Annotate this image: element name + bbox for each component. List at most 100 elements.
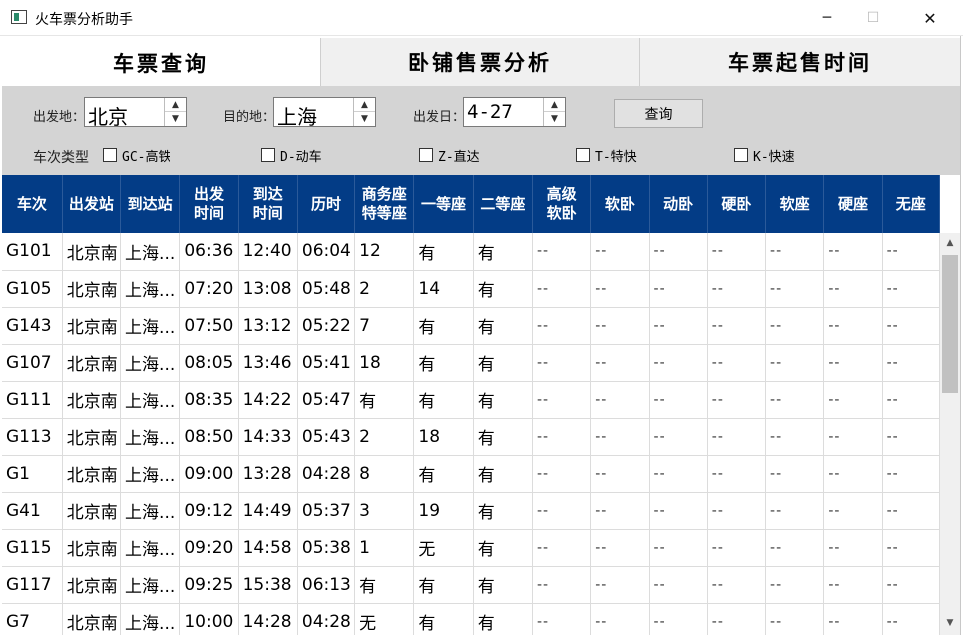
checkbox-k[interactable]: K-快速 [734, 146, 801, 165]
checkbox-k-label[interactable]: K-快速 [753, 146, 801, 165]
column-header[interactable]: 无座 [882, 175, 941, 233]
spin-down-icon[interactable]: ▼ [354, 112, 375, 126]
close-button[interactable]: ✕ [907, 0, 953, 36]
table-cell: 18 [354, 344, 415, 382]
to-spin-arrows[interactable]: ▲ ▼ [353, 98, 375, 126]
table-cell: 12 [354, 233, 415, 271]
table-cell: -- [590, 455, 650, 493]
vertical-scrollbar[interactable]: ▲ ▼ [940, 233, 960, 635]
checkbox-box[interactable] [576, 148, 590, 162]
table-cell: 07:20 [179, 270, 239, 308]
column-header[interactable]: 二等座 [473, 175, 533, 233]
table-cell: 05:47 [297, 381, 356, 419]
column-header[interactable]: 软卧 [590, 175, 650, 233]
spin-up-icon[interactable]: ▲ [544, 98, 565, 112]
column-header[interactable]: 硬卧 [707, 175, 767, 233]
table-cell: -- [532, 529, 592, 567]
table-cell: 14 [413, 270, 474, 308]
column-header[interactable]: 软座 [765, 175, 825, 233]
spin-up-icon[interactable]: ▲ [165, 98, 186, 112]
table-cell: 05:22 [297, 307, 356, 345]
table-cell: -- [532, 566, 592, 604]
to-spinbox[interactable]: 上海 ▲ ▼ [273, 97, 376, 130]
table-cell: -- [590, 529, 650, 567]
scroll-thumb[interactable] [942, 255, 958, 393]
table-cell: 14:49 [238, 492, 298, 530]
scroll-up-icon[interactable]: ▲ [940, 233, 960, 253]
checkbox-gc-label[interactable]: GC-高铁 [122, 146, 170, 165]
table-cell: 有 [473, 344, 533, 382]
checkbox-d-label[interactable]: D-动车 [280, 146, 328, 165]
column-header[interactable]: 出发 时间 [179, 175, 239, 233]
checkbox-t[interactable]: T-特快 [576, 146, 643, 165]
table-row[interactable]: G105 北京南 上海... 07:20 13:08 05:48 2 14 有 -- -- -- -- -… [2, 270, 941, 308]
table-cell: -- [765, 307, 825, 345]
checkbox-box[interactable] [103, 148, 117, 162]
column-header[interactable]: 到达 时间 [238, 175, 298, 233]
table-cell: 05:41 [297, 344, 356, 382]
table-row[interactable]: G113 北京南 上海... 08:50 14:33 05:43 2 18 有 -- -- -- -- -… [2, 418, 941, 456]
column-header[interactable]: 历时 [297, 175, 356, 233]
table-cell: -- [649, 455, 708, 493]
table-cell: 09:25 [179, 566, 239, 604]
table-row[interactable]: G101 北京南 上海... 06:36 12:40 06:04 12 有有 -- -- -- -- -… [2, 233, 941, 271]
checkbox-gc[interactable]: GC-高铁 [103, 146, 170, 165]
table-row[interactable]: G115 北京南 上海... 09:20 14:58 05:38 1 无有 -- -- -- -- --… [2, 529, 941, 567]
from-value[interactable]: 北京 [88, 101, 128, 130]
checkbox-t-label[interactable]: T-特快 [595, 146, 643, 165]
tab-sale-time[interactable]: 车票起售时间 [640, 38, 960, 86]
table-row[interactable]: G117 北京南 上海... 09:25 15:38 06:13 有有有 -- -- -- -- --… [2, 566, 941, 604]
checkbox-box[interactable] [261, 148, 275, 162]
spin-down-icon[interactable]: ▼ [544, 112, 565, 126]
table-row[interactable]: G1 北京南 上海... 09:00 13:28 04:28 8 有有 -- -- -- -- -- --… [2, 455, 941, 493]
table-cell: 有 [473, 270, 533, 308]
from-spin-arrows[interactable]: ▲ ▼ [164, 98, 186, 126]
table-cell: -- [707, 381, 767, 419]
date-spin-arrows[interactable]: ▲ ▼ [543, 98, 565, 126]
date-spinbox[interactable]: 4-27 ▲ ▼ [463, 97, 566, 127]
table-body[interactable]: G101 北京南 上海... 06:36 12:40 06:04 12 有有 -- -- -- -- -… [2, 233, 941, 635]
table-row[interactable]: G7 北京南 上海... 10:00 14:28 04:28 无有有 -- -- -- -- -- --… [2, 603, 941, 635]
maximize-button[interactable]: ☐ [850, 0, 896, 36]
column-header[interactable]: 动卧 [649, 175, 708, 233]
table-cell: G115 [2, 529, 63, 567]
checkbox-d[interactable]: D-动车 [261, 146, 328, 165]
table-cell: -- [882, 529, 941, 567]
column-header[interactable]: 车次 [2, 175, 63, 233]
table-row[interactable]: G41 北京南 上海... 09:12 14:49 05:37 3 19 有 -- -- -- -- --… [2, 492, 941, 530]
table-cell: 上海... [120, 455, 181, 493]
column-header[interactable]: 商务座 特等座 [354, 175, 415, 233]
table-cell: -- [882, 307, 941, 345]
table-row[interactable]: G107 北京南 上海... 08:05 13:46 05:41 18 有有 -- -- -- -- -… [2, 344, 941, 382]
checkbox-z-label[interactable]: Z-直达 [438, 146, 486, 165]
checkbox-box[interactable] [419, 148, 433, 162]
column-header[interactable]: 高级 软卧 [532, 175, 592, 233]
tab-ticket-query[interactable]: 车票查询 [2, 38, 321, 87]
table-cell: -- [882, 603, 941, 635]
scroll-down-icon[interactable]: ▼ [940, 613, 960, 633]
checkbox-z[interactable]: Z-直达 [419, 146, 486, 165]
from-spinbox[interactable]: 北京 ▲ ▼ [84, 97, 187, 130]
table-cell: 北京南 [62, 270, 122, 308]
table-row[interactable]: G111 北京南 上海... 08:35 14:22 05:47 有有有 -- -- -- -- --… [2, 381, 941, 419]
to-value[interactable]: 上海 [277, 101, 317, 130]
minimize-button[interactable]: ─ [804, 0, 850, 36]
column-header[interactable]: 硬座 [823, 175, 883, 233]
results-table-container[interactable]: 车次 出发站 到达站 出发 时间 到达 时间 历时 商务座 特等座 一等座 二等座 高级 软卧 软卧 动卧 硬卧… [2, 175, 960, 635]
table-cell: 08:50 [179, 418, 239, 456]
spin-down-icon[interactable]: ▼ [165, 112, 186, 126]
spin-up-icon[interactable]: ▲ [354, 98, 375, 112]
table-cell: 05:38 [297, 529, 356, 567]
query-button[interactable]: 查询 [614, 99, 703, 128]
checkbox-box[interactable] [734, 148, 748, 162]
column-header[interactable]: 出发站 [62, 175, 122, 233]
results-table[interactable]: 车次 出发站 到达站 出发 时间 到达 时间 历时 商务座 特等座 一等座 二等座 高级 软卧 软卧 动卧 硬卧… [2, 175, 941, 635]
column-header[interactable]: 一等座 [413, 175, 474, 233]
date-value[interactable]: 4-27 [467, 101, 513, 123]
column-header[interactable]: 到达站 [120, 175, 181, 233]
table-cell: -- [823, 603, 883, 635]
table-row[interactable]: G143 北京南 上海... 07:50 13:12 05:22 7 有有 -- -- -- -- --… [2, 307, 941, 345]
table-cell: -- [590, 307, 650, 345]
table-cell: 14:28 [238, 603, 298, 635]
tab-sleeper-analysis[interactable]: 卧铺售票分析 [321, 38, 640, 86]
